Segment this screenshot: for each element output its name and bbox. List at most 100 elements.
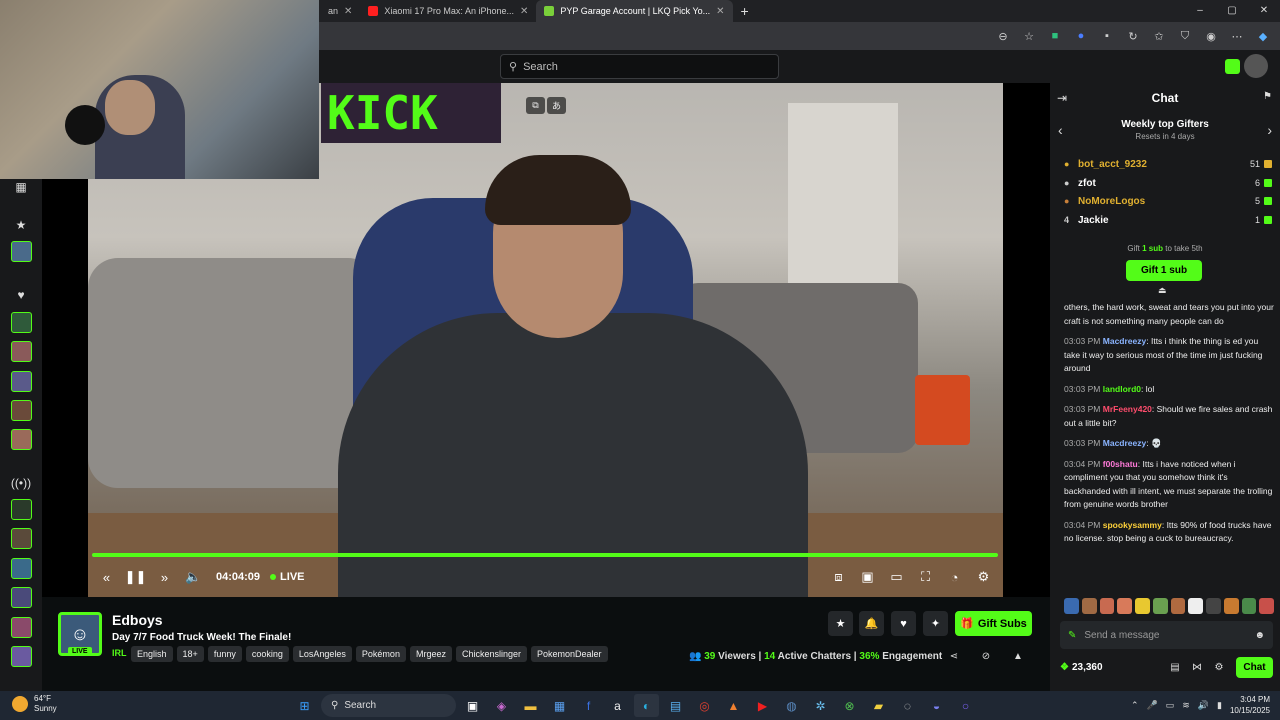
emote-icon[interactable] <box>1206 598 1221 614</box>
mini-player-icon[interactable]: ⧈ <box>824 563 853 591</box>
sidebar-channel-avatar[interactable] <box>11 617 32 638</box>
browse-grid-icon[interactable]: ▦ <box>12 178 30 196</box>
stream-tag[interactable]: Pokémon <box>355 646 406 662</box>
discord-icon[interactable]: ◒ <box>924 694 949 717</box>
store-icon[interactable]: ▦ <box>547 694 572 717</box>
follow-heart-button[interactable]: ♥ <box>891 611 916 636</box>
hide-icon[interactable]: ⊘ <box>979 649 993 663</box>
gifter-row[interactable]: ● NoMoreLogos 5 <box>1064 193 1272 209</box>
chevron-up-icon[interactable]: ⌃ <box>1131 700 1139 711</box>
chat-settings-icon[interactable]: ⚙ <box>1208 662 1230 673</box>
chat-message-input[interactable]: ✎ Send a message ☻ <box>1060 621 1273 649</box>
weather-widget[interactable]: 64°F Sunny <box>12 694 57 714</box>
sidebar-channel-avatar[interactable] <box>11 241 32 262</box>
speaker-icon[interactable]: 🔊 <box>1198 700 1209 711</box>
live-indicator[interactable]: LIVE <box>270 571 305 583</box>
notification-bell-button[interactable]: 🔔 <box>859 611 884 636</box>
sidebar-channel-avatar[interactable] <box>11 646 32 667</box>
steam-icon[interactable]: ◍ <box>779 694 804 717</box>
extension-s-icon[interactable]: ▪ <box>1100 29 1114 43</box>
emote-icon[interactable] <box>1064 598 1079 614</box>
settings-icon[interactable]: ✲ <box>808 694 833 717</box>
gifter-row[interactable]: 4 Jackie 1 <box>1064 212 1272 228</box>
volume-icon[interactable]: 🔈 <box>179 563 208 591</box>
theater-mode-icon[interactable]: ▭ <box>882 563 911 591</box>
app-ring-icon[interactable]: ○ <box>953 694 978 717</box>
forward-icon[interactable]: » <box>150 563 179 591</box>
sidebar-channel-avatar[interactable] <box>11 341 32 362</box>
close-icon[interactable]: ✕ <box>520 6 528 17</box>
stream-tag[interactable]: cooking <box>245 646 289 662</box>
chrome-icon[interactable]: ◎ <box>692 694 717 717</box>
emote-icon[interactable] <box>1259 598 1274 614</box>
chevron-right-icon[interactable]: › <box>1267 122 1272 138</box>
extension-m-icon[interactable]: ■ <box>1048 29 1062 43</box>
message-user[interactable]: spookysammy <box>1103 520 1162 530</box>
vlc-icon[interactable]: ▲ <box>721 694 746 717</box>
translate-overlay-icon[interactable]: あ <box>547 97 566 114</box>
sticky-notes-icon[interactable]: ▰ <box>866 694 891 717</box>
emoji-icon[interactable]: ☻ <box>1254 630 1265 641</box>
sidebar-channel-avatar[interactable] <box>11 558 32 579</box>
taskbar-search[interactable]: ⚲ Search <box>321 694 456 717</box>
bookmark-star-icon[interactable]: ☆ <box>1022 29 1036 43</box>
gift-one-sub-button[interactable]: Gift 1 sub <box>1126 260 1202 281</box>
copilot-icon[interactable]: ◈ <box>489 694 514 717</box>
edge-icon[interactable]: ◐ <box>634 694 659 717</box>
stream-tag[interactable]: funny <box>207 646 242 662</box>
emote-icon[interactable] <box>1135 598 1150 614</box>
sidebar-channel-avatar[interactable] <box>11 587 32 608</box>
emote-icon[interactable] <box>1241 598 1257 614</box>
stream-tag[interactable]: PokemonDealer <box>531 646 608 662</box>
more-menu-icon[interactable]: ⋯ <box>1230 29 1244 43</box>
wifi-icon[interactable]: ≋ <box>1182 700 1190 711</box>
translate-icon[interactable]: ⊖ <box>996 29 1010 43</box>
notification-icon[interactable] <box>1225 59 1240 74</box>
facebook-icon[interactable]: f <box>576 694 601 717</box>
youtube-icon[interactable]: ▶ <box>750 694 775 717</box>
stream-tag[interactable]: English <box>131 646 173 662</box>
microphone-icon[interactable]: 🎤 <box>1147 700 1158 711</box>
emote-icon[interactable] <box>1223 598 1239 614</box>
gift-subs-button[interactable]: 🎁 Gift Subs <box>955 611 1032 636</box>
close-window-button[interactable]: ✕ <box>1248 0 1280 22</box>
emote-picker-icon[interactable]: ✎ <box>1068 630 1076 641</box>
shield-icon[interactable]: ⛉ <box>1178 29 1192 43</box>
close-icon[interactable]: ✕ <box>344 6 352 17</box>
pin-icon[interactable]: ⚑ <box>1263 91 1272 102</box>
playback-speed-icon[interactable]: ◔ <box>940 563 969 591</box>
message-user[interactable]: Macdreezy <box>1103 438 1146 448</box>
obs-icon[interactable]: ◌ <box>895 694 920 717</box>
report-icon[interactable]: ▲ <box>1011 649 1025 663</box>
battery-icon[interactable]: ▮ <box>1217 700 1222 711</box>
browser-tab-2[interactable]: Xiaomi 17 Pro Max: An iPhone... ✕ <box>360 0 536 22</box>
store-icon[interactable]: ▤ <box>1164 662 1186 673</box>
channel-name[interactable]: Edboys <box>112 612 163 628</box>
live-broadcast-icon[interactable]: ((•)) <box>11 474 31 492</box>
browser-tab-1[interactable]: an ✕ <box>320 0 360 22</box>
task-view-icon[interactable]: ▣ <box>460 694 485 717</box>
favorite-star-button[interactable]: ★ <box>828 611 853 636</box>
copilot-icon[interactable]: ◆ <box>1256 29 1270 43</box>
emote-icon[interactable] <box>1170 598 1186 614</box>
stream-tag[interactable]: Mrgeez <box>409 646 452 662</box>
pause-icon[interactable]: ❚❚ <box>121 563 150 591</box>
system-clock[interactable]: 3:04 PM 10/15/2025 <box>1230 694 1270 716</box>
calculator-icon[interactable]: ▤ <box>663 694 688 717</box>
xbox-icon[interactable]: ⊗ <box>837 694 862 717</box>
chat-send-button[interactable]: Chat <box>1236 656 1273 678</box>
browser-tab-3[interactable]: PYP Garage Account | LKQ Pick Yo... ✕ <box>536 0 733 22</box>
display-icon[interactable]: ▭ <box>1166 700 1175 711</box>
favorites-icon[interactable]: ✩ <box>1152 29 1166 43</box>
extension-circle-icon[interactable]: ● <box>1074 29 1088 43</box>
emote-icon[interactable] <box>1099 598 1115 614</box>
minimize-button[interactable]: – <box>1184 0 1216 22</box>
profile-icon[interactable]: ◉ <box>1204 29 1218 43</box>
favorites-heart-icon[interactable]: ♥ <box>12 286 30 304</box>
sparkle-button[interactable]: ✦ <box>923 611 948 636</box>
stream-category[interactable]: IRL <box>112 648 127 658</box>
message-user[interactable]: Macdreezy <box>1103 336 1146 346</box>
stream-tag[interactable]: LosAngeles <box>292 646 352 662</box>
emote-icon[interactable] <box>1081 598 1097 614</box>
close-icon[interactable]: ✕ <box>716 6 724 17</box>
